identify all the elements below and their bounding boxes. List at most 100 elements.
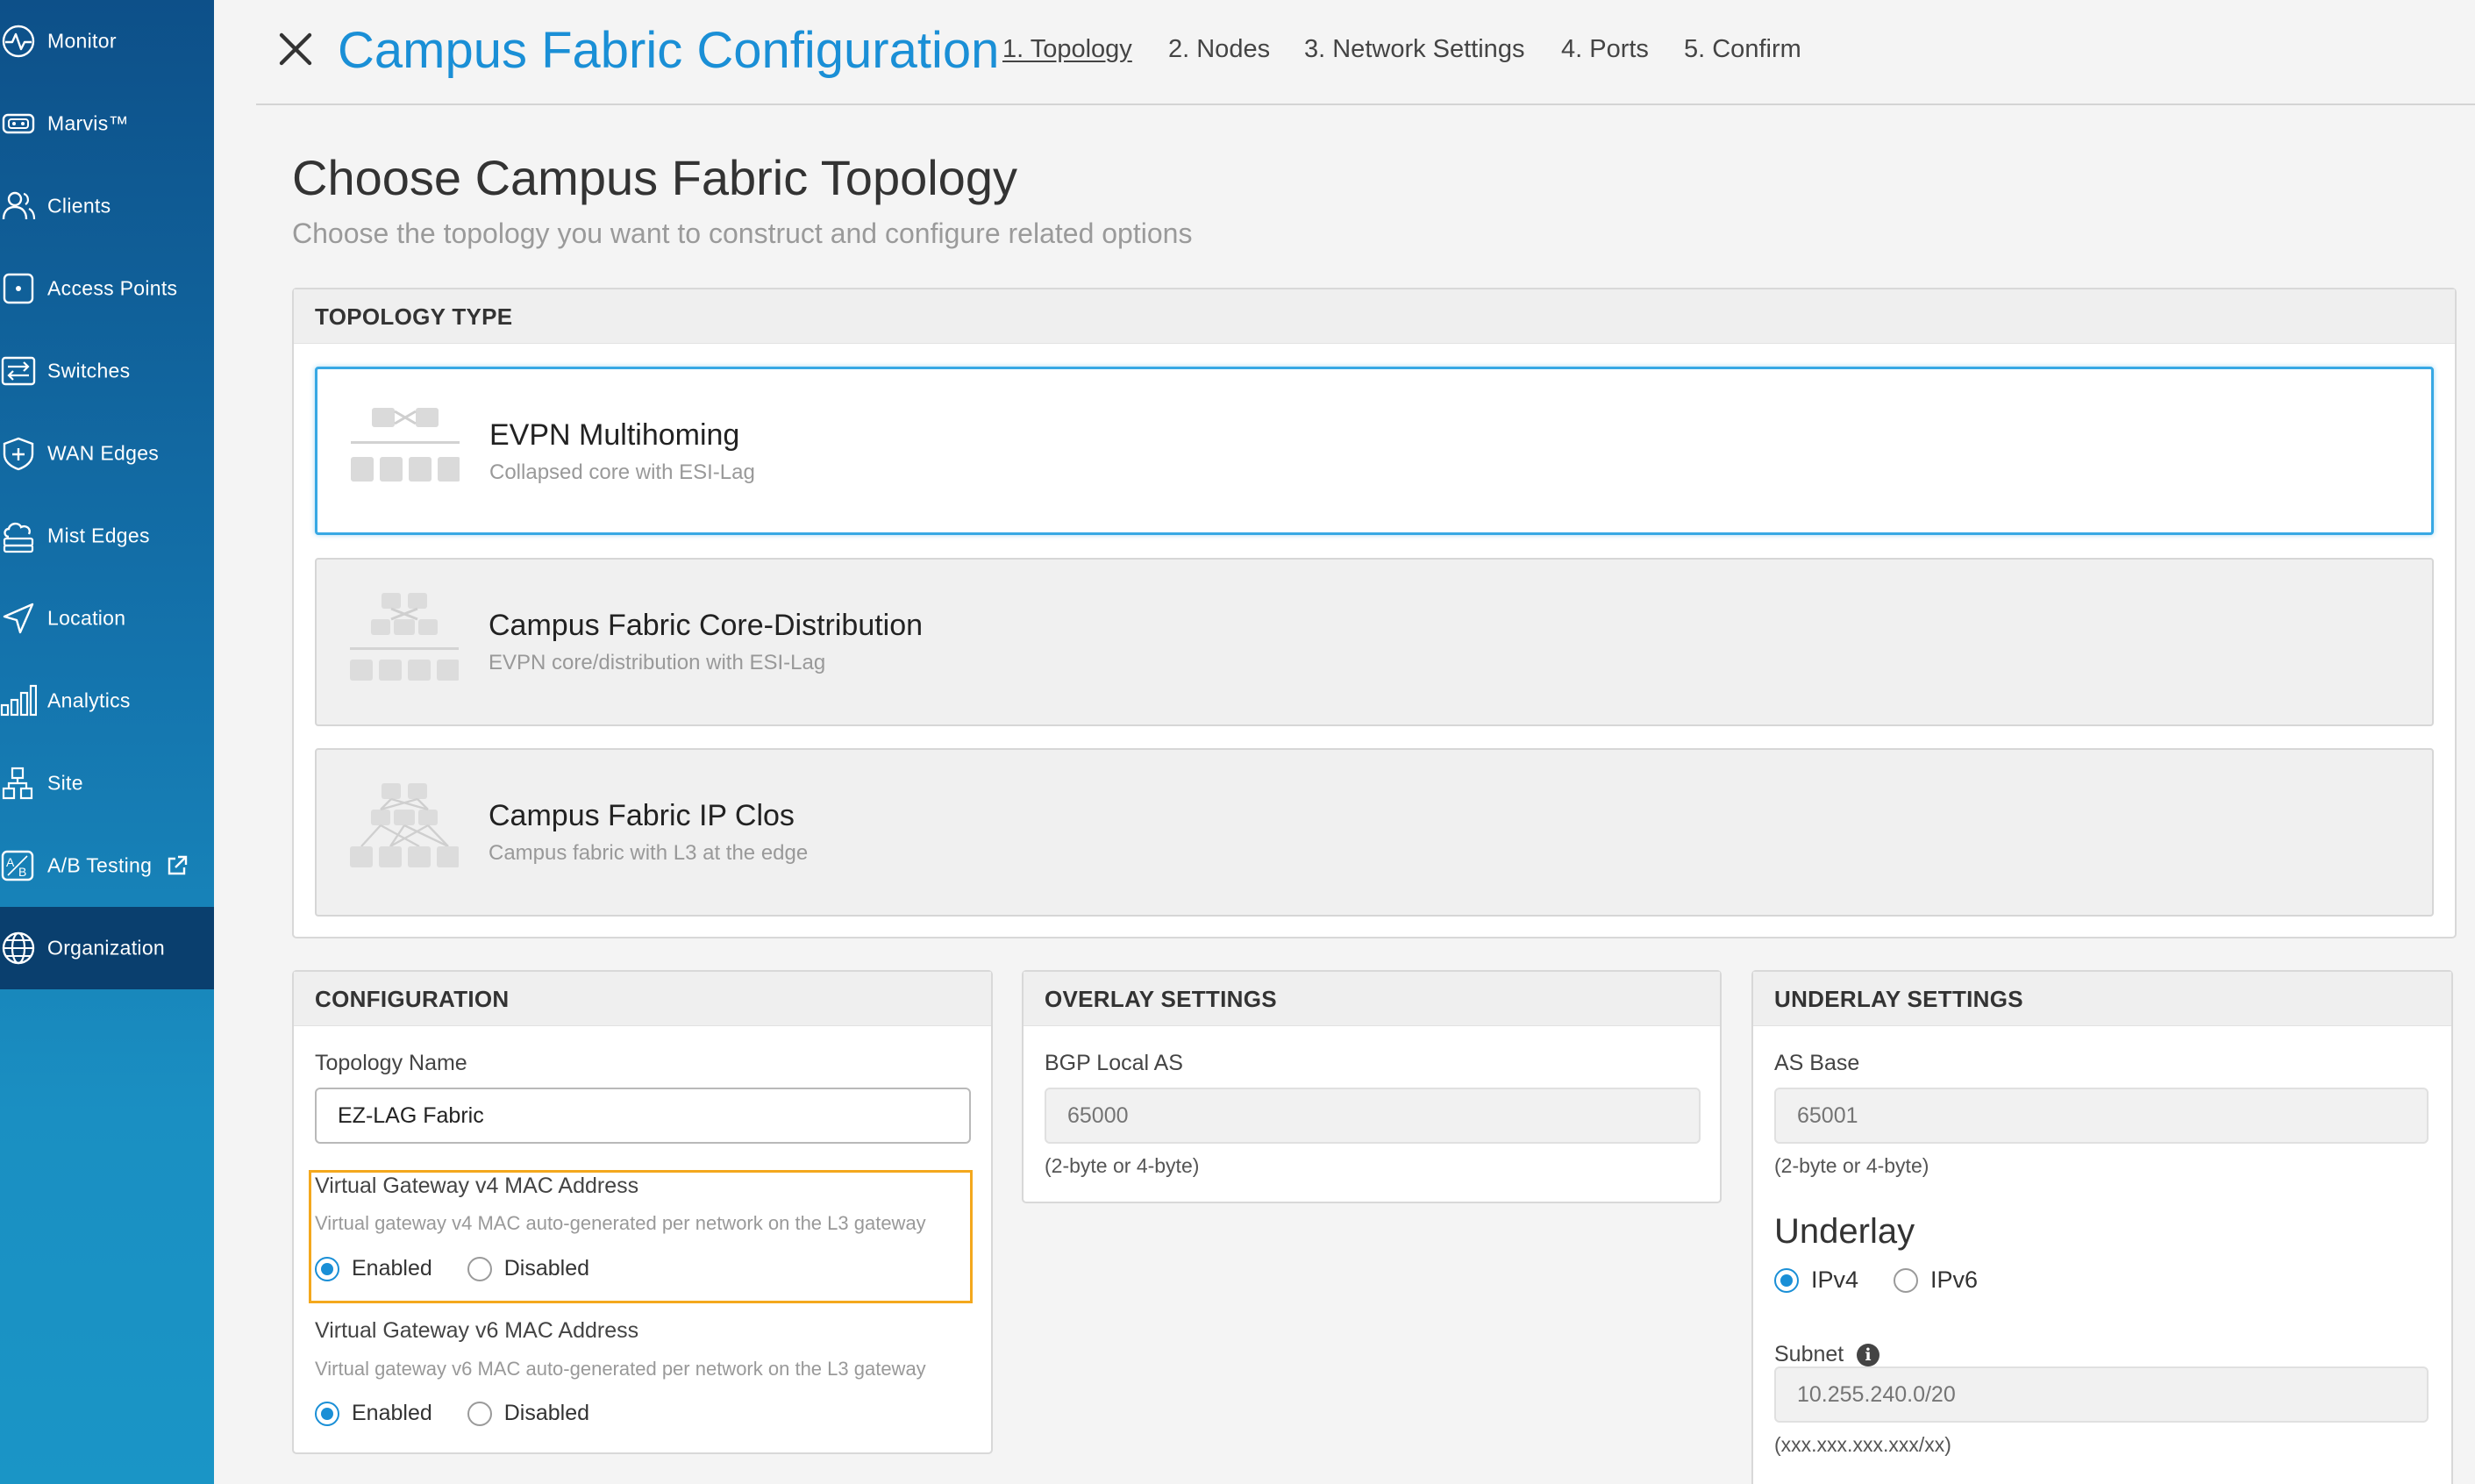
subnet-label: Subnet — [1774, 1342, 1844, 1366]
sidebar-item-switches[interactable]: Switches — [0, 330, 214, 412]
configuration-panel: CONFIGURATION Topology Name Virtual Gate… — [292, 970, 993, 1454]
sidebar-item-label: WAN Edges — [47, 441, 160, 465]
svg-text:A: A — [6, 855, 15, 869]
step-topology[interactable]: 1. Topology — [1002, 35, 1132, 64]
sidebar-item-access-points[interactable]: Access Points — [0, 247, 214, 330]
sidebar-item-label: Clients — [47, 194, 111, 218]
organization-icon — [0, 930, 37, 967]
sidebar-item-location[interactable]: Location — [0, 577, 214, 660]
as-base-label: AS Base — [1774, 1051, 1860, 1075]
access-point-icon — [0, 270, 37, 307]
bgp-local-as-label: BGP Local AS — [1045, 1051, 1183, 1075]
underlay-settings-panel: UNDERLAY SETTINGS AS Base (2-byte or 4-b… — [1751, 970, 2453, 1484]
site-icon — [0, 765, 37, 802]
overlay-settings-panel: OVERLAY SETTINGS BGP Local AS (2-byte or… — [1022, 970, 1722, 1203]
radio-selected-icon — [315, 1256, 339, 1281]
radio-selected-icon — [315, 1401, 339, 1426]
v4-enabled-radio[interactable]: Enabled — [315, 1256, 432, 1281]
ip-clos-icon — [350, 783, 459, 867]
wan-edge-icon — [0, 435, 37, 472]
mist-edge-icon — [0, 517, 37, 554]
topology-option-description: EVPN core/distribution with ESI-Lag — [489, 651, 826, 674]
topology-option-title: EVPN Multihoming — [489, 418, 740, 452]
v6-mac-radio-group: Enabled Disabled — [315, 1401, 624, 1426]
step-ports[interactable]: 4. Ports — [1561, 35, 1649, 64]
panel-title: OVERLAY SETTINGS — [1045, 986, 1277, 1012]
v6-enabled-radio[interactable]: Enabled — [315, 1401, 432, 1426]
v6-disabled-radio[interactable]: Disabled — [467, 1401, 589, 1426]
radio-unselected-icon — [467, 1401, 492, 1426]
marvis-icon — [0, 105, 37, 142]
step-nodes[interactable]: 2. Nodes — [1168, 35, 1270, 64]
sidebar-item-label: A/B Testing — [47, 853, 153, 877]
clients-icon — [0, 188, 37, 225]
ab-testing-icon: AB — [0, 847, 37, 884]
radio-unselected-icon — [467, 1256, 492, 1281]
radio-label: IPv6 — [1930, 1266, 1979, 1293]
sidebar-item-label: Analytics — [47, 688, 131, 712]
panel-title: UNDERLAY SETTINGS — [1774, 986, 2023, 1012]
step-confirm[interactable]: 5. Confirm — [1684, 35, 1801, 64]
as-base-input[interactable] — [1774, 1088, 2429, 1144]
radio-label: IPv4 — [1811, 1266, 1859, 1293]
topology-option-title: Campus Fabric IP Clos — [489, 799, 795, 832]
bgp-local-as-input[interactable] — [1045, 1088, 1701, 1144]
v6-mac-hint: Virtual gateway v6 MAC auto-generated pe… — [315, 1358, 926, 1380]
panel-title: TOPOLOGY TYPE — [315, 303, 513, 330]
step-network-settings[interactable]: 3. Network Settings — [1304, 35, 1524, 64]
ipv4-radio[interactable]: IPv4 — [1774, 1266, 1858, 1294]
sidebar-item-wan-edges[interactable]: WAN Edges — [0, 412, 214, 495]
topology-option-description: Collapsed core with ESI-Lag — [489, 460, 755, 484]
v6-mac-label: Virtual Gateway v6 MAC Address — [315, 1318, 639, 1343]
location-icon — [0, 600, 37, 637]
sidebar-item-marvis[interactable]: Marvis™ — [0, 82, 214, 165]
sidebar-item-label: Location — [47, 606, 126, 630]
svg-text:B: B — [18, 865, 26, 879]
topology-option-core-distribution[interactable]: Campus Fabric Core-Distribution EVPN cor… — [315, 558, 2434, 726]
topology-option-ip-clos[interactable]: Campus Fabric IP Clos Campus fabric with… — [315, 748, 2434, 917]
v4-disabled-radio[interactable]: Disabled — [467, 1256, 589, 1281]
page-title: Campus Fabric Configuration — [338, 22, 1000, 79]
sidebar-item-site[interactable]: Site — [0, 742, 214, 824]
sidebar-item-clients[interactable]: Clients — [0, 165, 214, 247]
sidebar-item-mist-edges[interactable]: Mist Edges — [0, 495, 214, 577]
panel-header: TOPOLOGY TYPE — [294, 289, 2455, 344]
sidebar-item-label: Switches — [47, 359, 131, 382]
topology-option-evpn-multihoming[interactable]: EVPN Multihoming Collapsed core with ESI… — [315, 367, 2434, 535]
sidebar-item-label: Site — [47, 771, 83, 795]
core-distribution-icon — [350, 593, 459, 681]
close-button[interactable] — [276, 30, 315, 68]
radio-selected-icon — [1774, 1267, 1799, 1293]
panel-header: OVERLAY SETTINGS — [1024, 972, 1720, 1026]
topology-option-description: Campus fabric with L3 at the edge — [489, 841, 809, 865]
close-icon — [279, 32, 312, 66]
panel-header: UNDERLAY SETTINGS — [1753, 972, 2451, 1026]
panel-title: CONFIGURATION — [315, 986, 510, 1012]
subnet-input[interactable] — [1774, 1366, 2429, 1423]
external-link-icon — [165, 853, 189, 878]
topology-name-input[interactable] — [315, 1088, 971, 1144]
info-icon[interactable]: i — [1857, 1344, 1879, 1366]
sidebar-item-monitor[interactable]: Monitor — [0, 0, 214, 82]
ipv6-radio[interactable]: IPv6 — [1894, 1266, 1978, 1294]
panel-header: CONFIGURATION — [294, 972, 991, 1026]
topology-name-label: Topology Name — [315, 1051, 467, 1075]
v4-mac-label: Virtual Gateway v4 MAC Address — [315, 1174, 639, 1198]
section-subheading: Choose the topology you want to construc… — [292, 218, 1193, 249]
evpn-multihoming-icon — [351, 408, 460, 482]
radio-unselected-icon — [1894, 1267, 1919, 1293]
sidebar-item-analytics[interactable]: Analytics — [0, 660, 214, 742]
sidebar-item-label: Organization — [47, 936, 166, 960]
sidebar: Monitor Marvis™ Clients Access Points Sw… — [0, 0, 214, 1484]
sidebar-item-label: Access Points — [47, 276, 178, 300]
as-base-hint: (2-byte or 4-byte) — [1774, 1154, 1929, 1177]
radio-label: Disabled — [503, 1256, 590, 1281]
switch-icon — [0, 353, 37, 389]
monitor-icon — [0, 23, 37, 60]
v4-mac-radio-group: Enabled Disabled — [315, 1256, 624, 1281]
analytics-icon — [0, 682, 37, 719]
underlay-section-title: Underlay — [1774, 1212, 1915, 1251]
sidebar-item-label: Marvis™ — [47, 111, 129, 135]
sidebar-item-organization[interactable]: Organization — [0, 907, 214, 989]
sidebar-item-ab-testing[interactable]: AB A/B Testing — [0, 824, 214, 907]
